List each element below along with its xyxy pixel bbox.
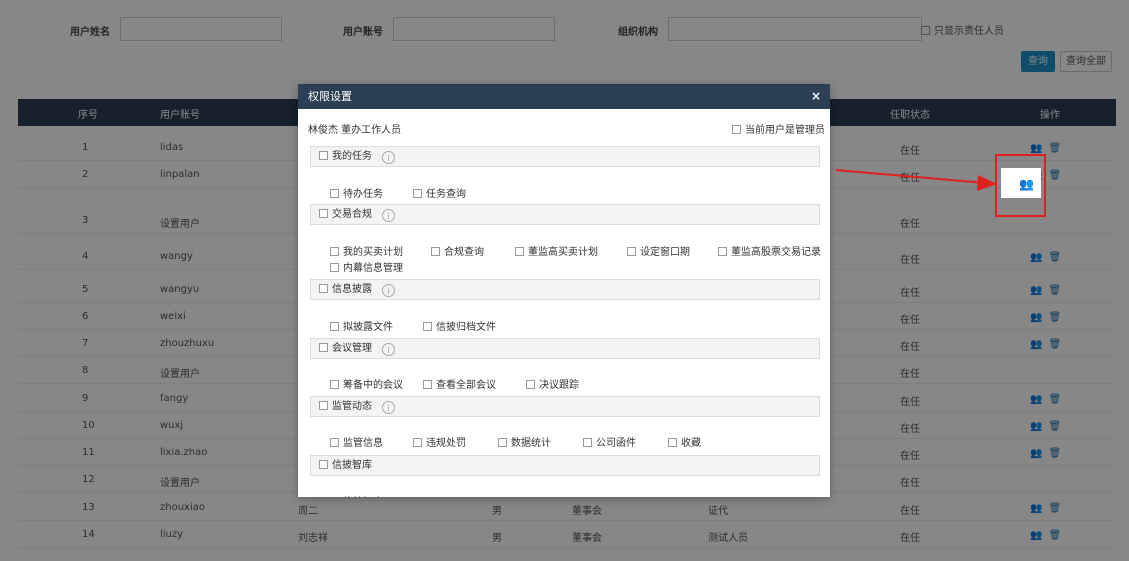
- users-icon[interactable]: 👥: [1019, 177, 1034, 191]
- annotation-arrow: [835, 169, 997, 191]
